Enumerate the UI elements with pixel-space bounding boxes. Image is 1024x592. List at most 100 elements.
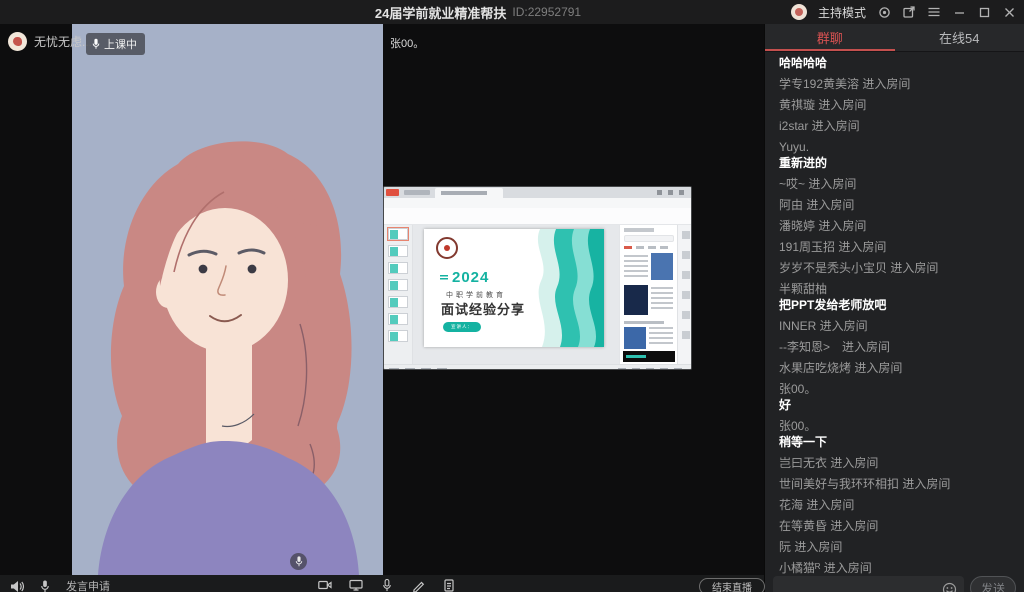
ppt-slide: 2024 中职学前教育 面试经验分享 宣讲人：: [424, 229, 604, 347]
maximize-icon[interactable]: [977, 5, 991, 19]
wps-window-controls: [657, 190, 687, 195]
share-owner-label: 张00。: [390, 35, 424, 51]
slide-title: 面试经验分享: [441, 299, 525, 318]
chat-join-message: 花海 进入房间: [779, 499, 1016, 512]
live-class-window: 24届学前就业精准帮扶 ID:22952791 主持模式: [0, 0, 1024, 592]
chat-message-username: Yuyu.: [779, 141, 1016, 154]
slide-year: 2024: [452, 269, 489, 286]
slide-thumbnail: [388, 228, 408, 240]
presenter-illustration: [72, 24, 383, 575]
chat-message-text: 稍等一下: [779, 436, 1016, 449]
chat-panel: 群聊 在线54 哈哈哈哈学专192黄美溶 进入房间黄祺璇 进入房间 i2star …: [764, 24, 1024, 592]
slide-thumbnail: [388, 296, 408, 308]
settings-icon[interactable]: [877, 5, 891, 19]
template-card-title: [624, 321, 664, 324]
wps-tab-document: [435, 188, 503, 198]
chat-join-message: 潘晓婷 进入房间: [779, 220, 1016, 233]
slide-thumbnail: [388, 262, 408, 274]
speech-request-button[interactable]: 发言申请: [66, 578, 110, 592]
video-mic-indicator: [290, 553, 307, 570]
speaker-icon[interactable]: [10, 579, 24, 592]
popout-icon[interactable]: [902, 5, 916, 19]
close-icon[interactable]: [1002, 5, 1016, 19]
send-button[interactable]: 发送: [970, 576, 1016, 592]
wps-slide-thumbnails: [384, 225, 413, 364]
doc-icon[interactable]: [442, 578, 456, 592]
wps-menu-row: 分享: [384, 198, 691, 208]
bottom-left-controls: 发言申请: [10, 578, 110, 592]
chat-message: Yuyu.重新进的: [779, 141, 1016, 170]
mic-icon: [92, 38, 100, 50]
template-card-text: [624, 255, 648, 279]
chat-message-username: 半颗甜柚: [779, 283, 1016, 296]
pane-title: [624, 228, 654, 232]
chat-message: 张00。好: [779, 383, 1016, 412]
mic-icon[interactable]: [380, 578, 394, 592]
pane-tabs: [624, 246, 668, 249]
template-card-image: [624, 327, 646, 349]
slide-thumbnail: [388, 279, 408, 291]
chat-join-message: --李知恩> 进入房间: [779, 341, 1016, 354]
camera-icon[interactable]: [318, 578, 332, 592]
chat-message: 张00。稍等一下: [779, 420, 1016, 449]
slide-thumbnail: [388, 313, 408, 325]
chat-join-message: 在等黄昏 进入房间: [779, 520, 1016, 533]
chat-message-text: 好: [779, 399, 1016, 412]
webcam-video: [72, 24, 383, 575]
slide-year-row: 2024: [440, 269, 489, 286]
status-badge-label: 上课中: [104, 36, 137, 52]
chat-message: 哈哈哈哈: [779, 57, 1016, 70]
chat-join-message: 岁岁不是秃头小宝贝 进入房间: [779, 262, 1016, 275]
wps-template-pane: [619, 225, 677, 364]
chat-join-message: 阿由 进入房间: [779, 199, 1016, 212]
mode-label: 主持模式: [818, 4, 866, 21]
menu-icon[interactable]: [927, 5, 941, 19]
chat-join-message: 学专192黄美溶 进入房间: [779, 78, 1016, 91]
host-chip: 无忧无虑...: [8, 32, 92, 51]
room-id: ID:22952791: [512, 5, 581, 19]
slide-wave-graphics: [516, 229, 604, 347]
status-badge: 上课中: [86, 33, 145, 55]
bottom-control-bar: 发言申请 结束直播: [0, 575, 764, 592]
host-avatar[interactable]: [791, 4, 807, 20]
titlebar-controls: 主持模式: [791, 0, 1016, 24]
chat-input-field: [773, 576, 964, 592]
template-video-strip: [623, 351, 675, 362]
tab-online-members[interactable]: 在线54: [895, 24, 1024, 51]
wps-tab-templates: [404, 190, 430, 195]
chat-join-message: 黄祺璇 进入房间: [779, 99, 1016, 112]
chat-message-list: 哈哈哈哈学专192黄美溶 进入房间黄祺璇 进入房间 i2star 进入房间 Yuyu…: [779, 52, 1016, 576]
chat-message-username: 张00。: [779, 420, 1016, 433]
chat-message-text: 把PPT发给老师放吧: [779, 299, 1016, 312]
screen-share-wps-window: 分享: [383, 186, 692, 370]
chat-tabbar: 群聊 在线54: [765, 24, 1024, 52]
chat-join-message: ~哎~ 进入房间: [779, 178, 1016, 191]
tab-group-chat[interactable]: 群聊: [765, 24, 895, 51]
chat-input-row: 发送: [773, 576, 1016, 592]
template-card-text: [649, 327, 673, 347]
minimize-icon[interactable]: [952, 5, 966, 19]
chat-join-message: 岂曰无衣 进入房间: [779, 457, 1016, 470]
chat-join-message: i2star 进入房间: [779, 120, 1016, 133]
annotate-icon[interactable]: [411, 578, 425, 592]
end-session-button[interactable]: 结束直播: [699, 578, 765, 592]
emoji-icon[interactable]: [942, 582, 957, 592]
wps-toolbar: [384, 208, 691, 225]
menu-glyph-icon: [440, 275, 448, 281]
template-card-image: [651, 253, 673, 280]
wps-titlebar: [384, 187, 691, 198]
screen-share-icon[interactable]: [349, 578, 363, 592]
template-card-image: [624, 285, 648, 315]
wps-side-toolbar: [677, 225, 692, 364]
avatar[interactable]: [8, 32, 27, 51]
chat-join-message: 阮 进入房间: [779, 541, 1016, 554]
mic-icon[interactable]: [38, 579, 52, 592]
page-title: 24届学前就业精准帮扶: [375, 3, 506, 22]
wps-logo: [386, 189, 399, 196]
chat-join-message: 191周玉招 进入房间: [779, 241, 1016, 254]
chat-input[interactable]: [780, 582, 942, 592]
wps-slide-canvas: 2024 中职学前教育 面试经验分享 宣讲人：: [413, 225, 619, 364]
slide-presenter-badge: 宣讲人：: [443, 322, 481, 332]
chat-message-username: 张00。: [779, 383, 1016, 396]
host-name: 无忧无虑...: [34, 33, 92, 50]
